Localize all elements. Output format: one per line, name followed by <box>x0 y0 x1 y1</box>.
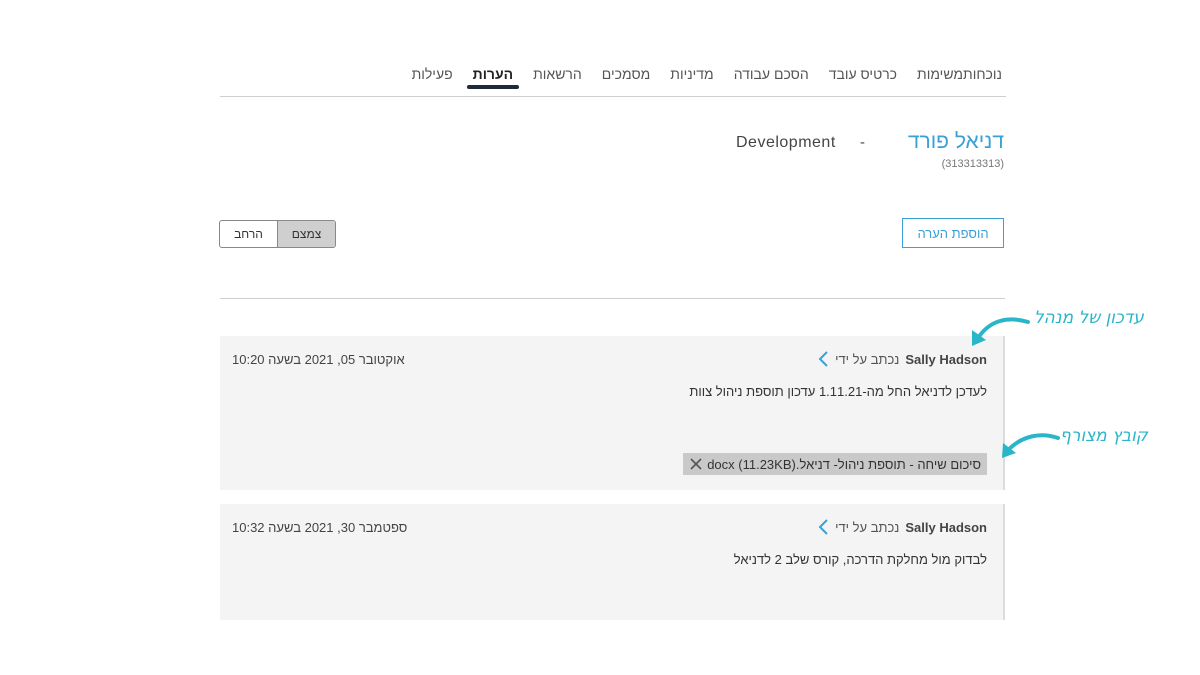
section-divider <box>220 298 1005 299</box>
tab-attendance[interactable]: נוכחות <box>963 54 1002 85</box>
annotation-arrow-icon <box>972 317 1030 346</box>
tab-employee-card[interactable]: כרטיס עובד <box>829 54 897 85</box>
remove-attachment-icon[interactable] <box>689 457 703 471</box>
tab-documents[interactable]: מסמכים <box>602 54 650 85</box>
employee-id: (313313313) <box>941 158 1004 170</box>
tab-employment-agreement[interactable]: הסכם עבודה <box>734 54 809 85</box>
note-header: נכתב על ידי Sally Hadson <box>817 350 987 368</box>
view-toggle: הרחב צמצם <box>219 220 336 248</box>
tab-policies[interactable]: מדיניות <box>670 54 713 85</box>
written-by-label: נכתב על ידי <box>835 519 900 535</box>
written-by-label: נכתב על ידי <box>835 351 900 367</box>
compact-button[interactable]: צמצם <box>277 221 335 247</box>
tab-activity[interactable]: פעילות <box>412 54 453 85</box>
tab-notes[interactable]: הערות <box>466 54 520 89</box>
note-body: לעדכן לדניאל החל מה-1.11.21 עדכון תוספת … <box>689 384 987 399</box>
attachment-name[interactable]: סיכום שיחה - תוספת ניהול- דניאל.docx (11… <box>707 457 981 472</box>
header-separator: - <box>860 134 865 151</box>
tab-permissions[interactable]: הרשאות <box>533 54 582 85</box>
chevron-left-icon[interactable] <box>817 518 829 536</box>
note-card: נכתב על ידי Sally Hadson ספטמבר 30, 2021… <box>220 504 1005 620</box>
annotation-arrow-icon <box>1002 433 1060 458</box>
note-date: ספטמבר 30, 2021 בשעה 10:32 <box>232 520 408 535</box>
note-author: Sally Hadson <box>905 351 987 367</box>
note-body: לבדוק מול מחלקת הדרכה, קורס שלב 2 לדניאל <box>733 552 987 567</box>
tab-bar: נוכחות משימות כרטיס עובד הסכם עבודה מדינ… <box>220 54 1006 97</box>
tab-tasks[interactable]: משימות <box>917 54 963 85</box>
add-note-button[interactable]: הוספת הערה <box>902 218 1004 248</box>
attachment-chip[interactable]: סיכום שיחה - תוספת ניהול- דניאל.docx (11… <box>683 453 987 475</box>
note-date: אוקטובר 05, 2021 בשעה 10:20 <box>232 352 405 367</box>
employee-name: דניאל פורד <box>907 130 1004 153</box>
annotation-attached-file: קובץ מצורף <box>1060 426 1148 446</box>
employee-notes-page: נוכחות משימות כרטיס עובד הסכם עבודה מדינ… <box>0 0 1200 675</box>
note-header: נכתב על ידי Sally Hadson <box>817 518 987 536</box>
note-author: Sally Hadson <box>905 519 987 535</box>
employee-department: Development <box>736 134 836 151</box>
chevron-left-icon[interactable] <box>817 350 829 368</box>
annotation-manager-update: עדכון של מנהל <box>1034 308 1144 328</box>
note-card: נכתב על ידי Sally Hadson אוקטובר 05, 202… <box>220 336 1005 490</box>
expand-button[interactable]: הרחב <box>220 221 277 247</box>
